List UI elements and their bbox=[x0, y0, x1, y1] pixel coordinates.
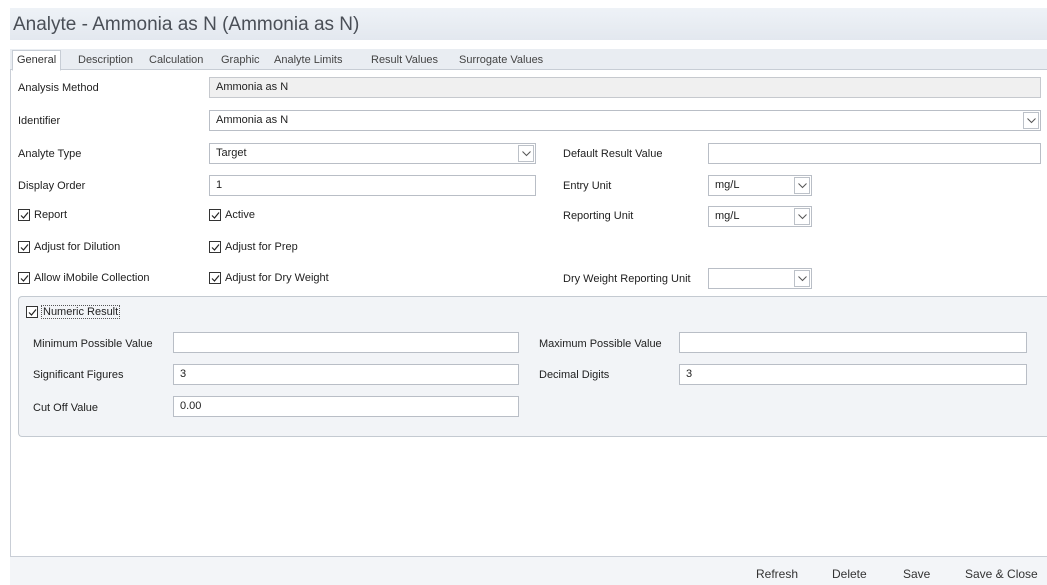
numeric-result-group: Numeric Result Minimum Possible Value Ma… bbox=[18, 296, 1047, 437]
window-title: Analyte - Ammonia as N (Ammonia as N) bbox=[10, 8, 1047, 40]
footer-bar: Refresh Delete Save Save & Close bbox=[10, 556, 1047, 585]
allow-imobile-checkbox-label: Allow iMobile Collection bbox=[34, 272, 150, 285]
adjust-prep-checkbox-box bbox=[209, 241, 221, 254]
reporting-unit-combobox[interactable]: mg/L bbox=[708, 206, 812, 227]
check-mark-icon bbox=[28, 309, 37, 316]
save-and-close-button[interactable]: Save & Close bbox=[965, 567, 1038, 581]
report-checkbox-box bbox=[18, 209, 30, 222]
identifier-label: Identifier bbox=[18, 115, 61, 127]
analyte-window: Analyte - Ammonia as N (Ammonia as N) Ge… bbox=[10, 8, 1047, 585]
tab-general[interactable]: General bbox=[12, 50, 62, 71]
report-checkbox-label: Report bbox=[34, 209, 68, 222]
delete-button[interactable]: Delete bbox=[832, 567, 867, 581]
panel-left-border bbox=[10, 70, 11, 556]
check-mark-icon bbox=[20, 244, 29, 251]
refresh-button[interactable]: Refresh bbox=[756, 567, 798, 581]
identifier-value: Ammonia as N bbox=[216, 114, 289, 126]
default-result-value-label: Default Result Value bbox=[563, 148, 663, 160]
check-mark-icon bbox=[20, 275, 29, 282]
tab-calculation[interactable]: Calculation bbox=[149, 51, 203, 70]
check-mark-icon bbox=[211, 275, 220, 282]
save-button[interactable]: Save bbox=[903, 567, 930, 581]
tab-description[interactable]: Description bbox=[78, 51, 133, 70]
tab-graphic[interactable]: Graphic bbox=[221, 51, 260, 70]
tab-bar: General Description Calculation Graphic … bbox=[10, 49, 1047, 71]
entry-unit-dropdown-button[interactable] bbox=[794, 177, 810, 194]
adjust-dry-weight-checkbox-box bbox=[209, 272, 221, 285]
report-checkbox[interactable]: Report bbox=[18, 209, 67, 223]
check-mark-icon bbox=[20, 212, 29, 219]
cut-off-value-label: Cut Off Value bbox=[33, 402, 99, 414]
adjust-dry-weight-checkbox-label: Adjust for Dry Weight bbox=[225, 272, 329, 285]
numeric-result-checkbox-label: Numeric Result bbox=[41, 305, 121, 320]
entry-unit-label: Entry Unit bbox=[563, 180, 612, 192]
numeric-result-checkbox[interactable]: Numeric Result bbox=[26, 305, 121, 320]
active-checkbox-label: Active bbox=[225, 209, 255, 222]
analysis-method-label: Analysis Method bbox=[18, 82, 99, 94]
active-checkbox-box bbox=[209, 209, 221, 222]
max-possible-value-label: Maximum Possible Value bbox=[539, 338, 662, 350]
tab-analyte-limits[interactable]: Analyte Limits bbox=[274, 51, 342, 70]
cut-off-value-input[interactable]: 0.00 bbox=[173, 396, 519, 417]
chevron-down-icon bbox=[1027, 118, 1036, 124]
check-mark-icon bbox=[211, 212, 220, 219]
active-checkbox[interactable]: Active bbox=[209, 209, 255, 223]
adjust-prep-checkbox[interactable]: Adjust for Prep bbox=[209, 241, 298, 255]
adjust-dilution-checkbox-box bbox=[18, 241, 30, 254]
dry-weight-reporting-unit-label: Dry Weight Reporting Unit bbox=[563, 273, 691, 285]
adjust-dry-weight-checkbox[interactable]: Adjust for Dry Weight bbox=[209, 272, 329, 286]
identifier-dropdown-button[interactable] bbox=[1023, 112, 1039, 129]
decimal-digits-input[interactable]: 3 bbox=[679, 364, 1027, 385]
analyte-type-label: Analyte Type bbox=[18, 148, 82, 160]
display-order-input[interactable]: 1 bbox=[209, 175, 536, 196]
adjust-dilution-checkbox[interactable]: Adjust for Dilution bbox=[18, 241, 120, 255]
max-possible-value-input[interactable] bbox=[679, 332, 1027, 353]
dry-weight-reporting-unit-combobox[interactable] bbox=[708, 268, 812, 289]
tab-result-values[interactable]: Result Values bbox=[371, 51, 438, 70]
dry-weight-reporting-unit-dropdown-button[interactable] bbox=[794, 270, 810, 287]
chevron-down-icon bbox=[798, 214, 807, 220]
reporting-unit-label: Reporting Unit bbox=[563, 210, 634, 222]
adjust-dilution-checkbox-label: Adjust for Dilution bbox=[34, 241, 121, 254]
check-mark-icon bbox=[211, 244, 220, 251]
allow-imobile-checkbox[interactable]: Allow iMobile Collection bbox=[18, 272, 150, 286]
analyte-type-value: Target bbox=[216, 147, 247, 159]
chevron-down-icon bbox=[522, 151, 531, 157]
entry-unit-combobox[interactable]: mg/L bbox=[708, 175, 812, 196]
display-order-label: Display Order bbox=[18, 180, 86, 192]
analysis-method-field: Ammonia as N bbox=[209, 77, 1041, 98]
identifier-combobox[interactable]: Ammonia as N bbox=[209, 110, 1041, 131]
allow-imobile-checkbox-box bbox=[18, 272, 30, 285]
default-result-value-input[interactable] bbox=[708, 143, 1041, 164]
reporting-unit-dropdown-button[interactable] bbox=[794, 208, 810, 225]
numeric-result-checkbox-box bbox=[26, 306, 38, 319]
min-possible-value-label: Minimum Possible Value bbox=[33, 338, 153, 350]
significant-figures-input[interactable]: 3 bbox=[173, 364, 519, 385]
analyte-type-dropdown-button[interactable] bbox=[518, 145, 534, 162]
decimal-digits-label: Decimal Digits bbox=[539, 369, 610, 381]
adjust-prep-checkbox-label: Adjust for Prep bbox=[225, 241, 298, 254]
chevron-down-icon bbox=[798, 276, 807, 282]
reporting-unit-value: mg/L bbox=[715, 210, 740, 222]
analyte-type-combobox[interactable]: Target bbox=[209, 143, 536, 164]
entry-unit-value: mg/L bbox=[715, 179, 740, 191]
chevron-down-icon bbox=[798, 183, 807, 189]
min-possible-value-input[interactable] bbox=[173, 332, 519, 353]
significant-figures-label: Significant Figures bbox=[33, 369, 124, 381]
tab-surrogate-values[interactable]: Surrogate Values bbox=[459, 51, 543, 70]
